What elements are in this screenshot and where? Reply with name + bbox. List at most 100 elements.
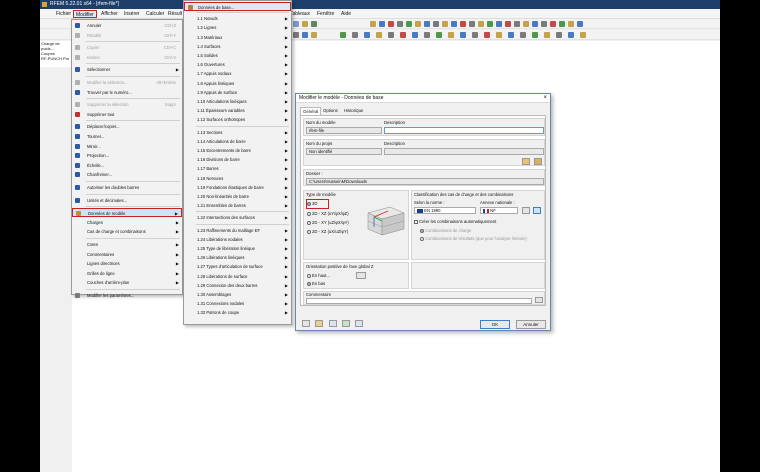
toolbar-icon[interactable] <box>424 32 430 38</box>
model-data-item-11[interactable]: 1.11 Épaisseurs variables ▶ <box>184 106 291 115</box>
menu-item-7[interactable]: Supprimer la sélection Suppr <box>72 100 182 109</box>
menu-item-11[interactable]: Miroir... <box>72 142 182 151</box>
toolbar-icon[interactable] <box>550 21 556 27</box>
menu-item-0[interactable]: Annuler Ctrl+Z <box>72 21 182 30</box>
model-data-item-10[interactable]: 1.10 Articulations linéiques ▶ <box>184 97 291 106</box>
toolbar-icon[interactable] <box>311 32 317 38</box>
toolbar-icon[interactable] <box>544 32 550 38</box>
toolbar-icon[interactable] <box>541 21 547 27</box>
model-data-item-28[interactable]: 1.28 Libérations de surface ▶ <box>184 272 291 281</box>
toolbar-icon[interactable] <box>487 21 493 27</box>
menu-item-9[interactable]: Déplacer/copier... <box>72 122 182 131</box>
model-data-item-32[interactable]: 1.32 Patrons de coupe ▶ <box>184 308 291 317</box>
menu-resultats[interactable]: Résult <box>166 10 184 18</box>
navigator-item[interactable]: Charge de poids... <box>41 41 72 51</box>
model-data-item-30[interactable]: 1.30 Assemblages ▶ <box>184 290 291 299</box>
comment-edit-icon[interactable] <box>535 297 543 303</box>
model-data-item-14[interactable]: 1.14 Articulations de barre ▶ <box>184 137 291 146</box>
menu-item-2[interactable]: Copier Ctrl+C <box>72 43 182 52</box>
model-data-item-16[interactable]: 1.16 Divisions de barre ▶ <box>184 155 291 164</box>
combo-load-radio[interactable]: Combinaisons de charge <box>420 228 471 233</box>
model-data-item-9[interactable]: 1.9 Appuis de surface ▶ <box>184 88 291 97</box>
open-folder-icon[interactable] <box>534 158 542 165</box>
toolbar-icon[interactable] <box>523 21 529 27</box>
model-type-2d-xz-radio[interactable]: 2D - XZ (uY/φX/φZ) <box>307 211 349 216</box>
menu-item-3[interactable]: Insérer Ctrl+V <box>72 53 182 62</box>
toolbar-icon[interactable] <box>397 21 403 27</box>
model-data-item-1[interactable]: 1.1 Nœuds ▶ <box>184 14 291 23</box>
toolbar-icon[interactable] <box>293 21 299 27</box>
toolbar-icon[interactable] <box>293 32 299 38</box>
toolbar-icon[interactable] <box>568 32 574 38</box>
menu-item-23[interactable]: Grilles de ligne ▶ <box>72 269 182 278</box>
model-data-item-17[interactable]: 1.17 Barres ▶ <box>184 164 291 173</box>
edit-norm-icon[interactable] <box>522 207 530 214</box>
toolbar-icon[interactable] <box>508 32 514 38</box>
toolbar-icon[interactable] <box>484 32 490 38</box>
navigator-item[interactable]: RF-PUNCH Pro <box>41 56 72 61</box>
menu-item-10[interactable]: Tourner... <box>72 132 182 141</box>
model-data-item-25[interactable]: 1.25 Type de libération linéique ▶ <box>184 244 291 253</box>
toolbar-icon[interactable] <box>514 21 520 27</box>
toolbar-icon[interactable] <box>460 32 466 38</box>
model-data-item-31[interactable]: 1.31 Connexions nodales ▶ <box>184 299 291 308</box>
project-name-field[interactable]: Non identifié <box>306 148 382 155</box>
gz-up-radio[interactable]: En haut... <box>307 273 330 278</box>
toolbar-icon[interactable] <box>580 32 586 38</box>
model-data-item-19[interactable]: 1.19 Fondations élastiques de barre ▶ <box>184 183 291 192</box>
model-data-item-8[interactable]: 1.8 Appuis linéiques ▶ <box>184 79 291 88</box>
import-icon[interactable] <box>329 320 337 327</box>
model-data-item-29[interactable]: 1.29 Connexion des deux barres ▶ <box>184 281 291 290</box>
model-data-item-13[interactable]: 1.13 Sections ▶ <box>184 128 291 137</box>
menu-item-14[interactable]: Chanfreiner... <box>72 170 182 179</box>
gz-down-radio[interactable]: En bas <box>307 281 325 286</box>
model-data-item-7[interactable]: 1.7 Appuis nodaux ▶ <box>184 69 291 78</box>
toolbar-icon[interactable] <box>556 32 562 38</box>
toolbar-icon[interactable] <box>400 32 406 38</box>
toolbar-icon[interactable] <box>469 21 475 27</box>
toolbar-icon[interactable] <box>478 21 484 27</box>
toolbar-icon[interactable] <box>448 32 454 38</box>
toolbar-icon[interactable] <box>532 21 538 27</box>
cancel-button[interactable]: Annuler <box>516 320 546 329</box>
toolbar-icon[interactable] <box>370 21 376 27</box>
toolbar-icon[interactable] <box>577 21 583 27</box>
edit-icon[interactable] <box>315 320 323 327</box>
toolbar-icon[interactable] <box>388 32 394 38</box>
model-data-item-3[interactable]: 1.3 Matériaux ▶ <box>184 33 291 42</box>
model-data-item-20[interactable]: 1.20 Non-linéarités de barre ▶ <box>184 192 291 201</box>
menu-item-24[interactable]: Couches d'arrière-plan ▶ <box>72 278 182 287</box>
toolbar-icon[interactable] <box>532 32 538 38</box>
toolbar-icon[interactable] <box>496 21 502 27</box>
menu-item-6[interactable]: Trouver par le numéro... <box>72 88 182 97</box>
menu-item-21[interactable]: Commentaires ▶ <box>72 250 182 259</box>
toolbar-icon[interactable] <box>568 21 574 27</box>
toolbar-icon[interactable] <box>505 21 511 27</box>
auto-combos-checkbox[interactable]: Créer les combinaisons automatiquement <box>414 219 496 224</box>
model-data-item-5[interactable]: 1.5 Solides ▶ <box>184 51 291 60</box>
toolbar-icon[interactable] <box>415 21 421 27</box>
toolbar-icon[interactable] <box>302 32 308 38</box>
annex-select[interactable]: NF <box>480 207 518 214</box>
menu-fenetre[interactable]: Fenêtre <box>315 10 336 18</box>
model-type-2d-xz2-radio[interactable]: 2D - XZ (uX/uZ/φY) <box>307 229 348 234</box>
toolbar-icon[interactable] <box>451 21 457 27</box>
toolbar-icon[interactable] <box>340 32 346 38</box>
model-data-item-4[interactable]: 1.4 Surfaces ▶ <box>184 42 291 51</box>
help-icon[interactable] <box>302 320 310 327</box>
menu-inserer[interactable]: Insérer <box>122 10 142 18</box>
menu-item-18[interactable]: Charges ▶ <box>72 218 182 227</box>
toolbar-icon[interactable] <box>379 21 385 27</box>
folder-icon[interactable] <box>522 158 530 165</box>
tab-general[interactable]: Général <box>300 107 322 115</box>
tab-historique[interactable]: Historique <box>342 107 365 115</box>
norm-select[interactable]: EN 1990 <box>414 207 476 214</box>
ok-button[interactable]: OK <box>480 320 510 329</box>
comment-field[interactable] <box>306 298 532 304</box>
menu-item-15[interactable]: Autoriser les doubles barres <box>72 183 182 192</box>
model-name-field[interactable]: rfem-file <box>306 127 382 134</box>
model-data-item-26[interactable]: 1.26 Libérations linéiques ▶ <box>184 253 291 262</box>
menu-item-13[interactable]: Échelle... <box>72 161 182 170</box>
model-data-item-12[interactable]: 1.12 Surfaces orthotropes ▶ <box>184 115 291 124</box>
toolbar-icon[interactable] <box>559 21 565 27</box>
